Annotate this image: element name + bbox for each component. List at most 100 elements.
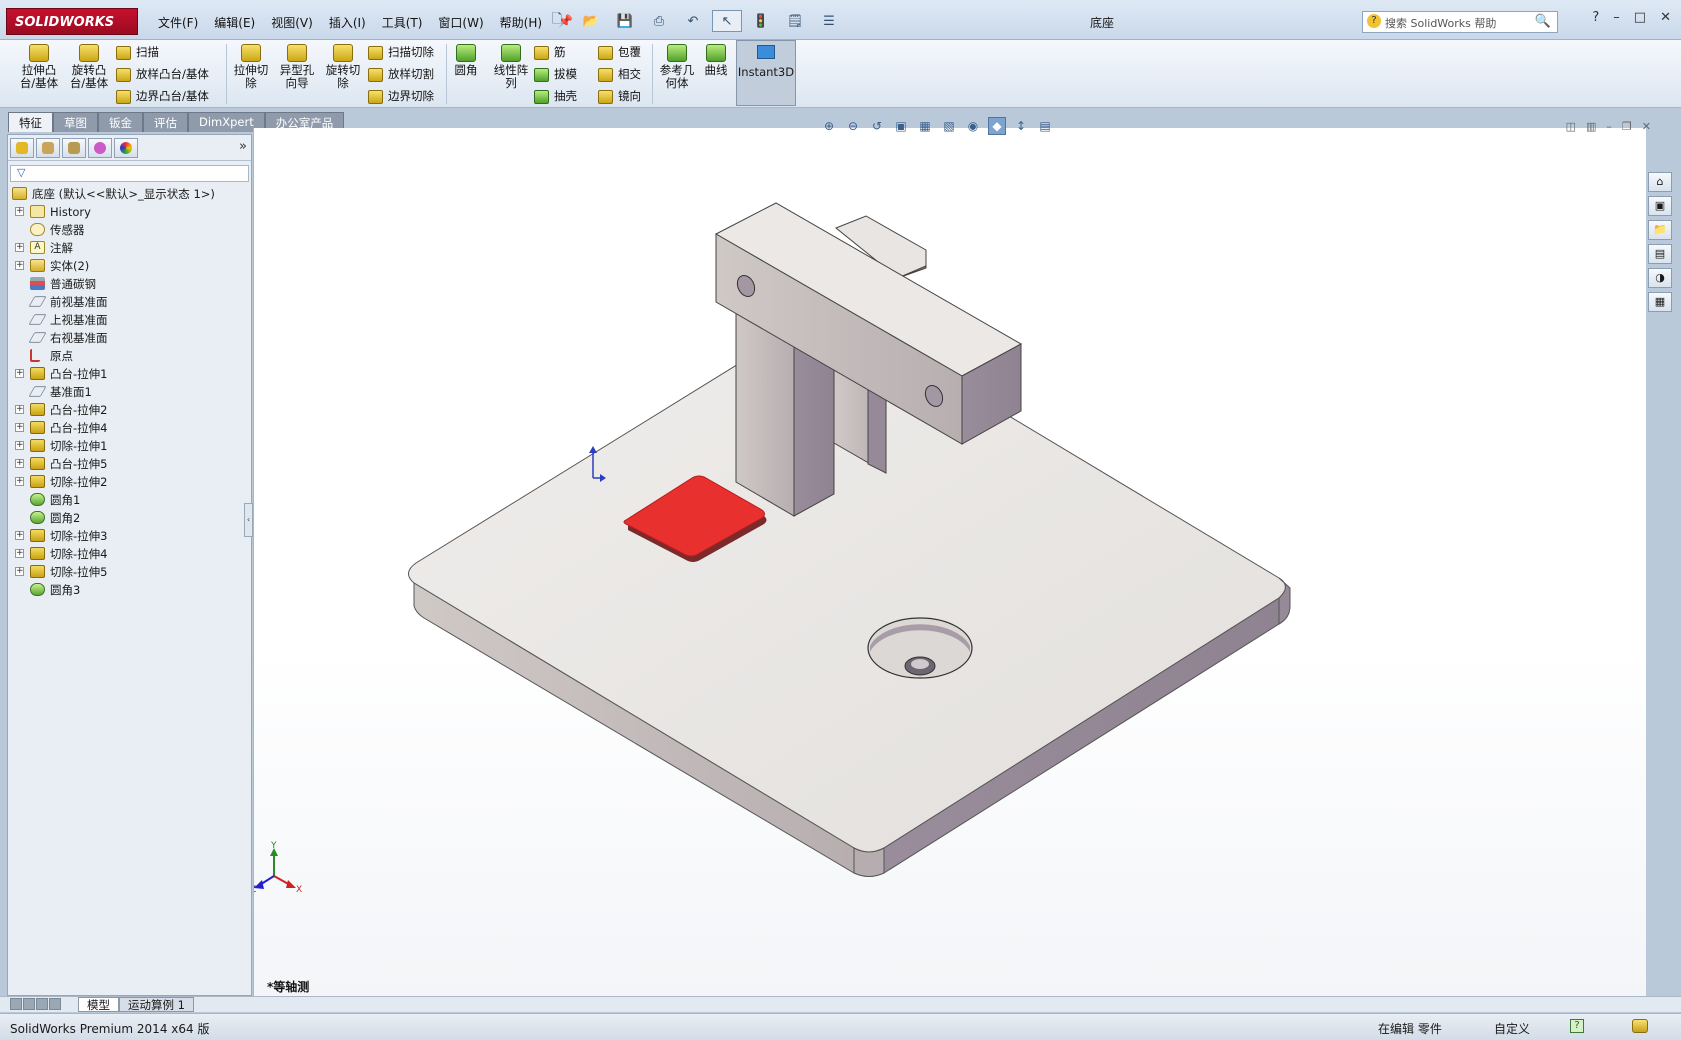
- options-icon[interactable]: ☰: [814, 10, 844, 32]
- display-manager-icon[interactable]: [114, 138, 138, 158]
- tree-item[interactable]: + 凸台-拉伸4: [10, 419, 249, 437]
- model-view[interactable]: Y X Z: [254, 128, 1647, 996]
- section-view-icon[interactable]: ▣: [892, 117, 910, 135]
- expand-toggle-icon[interactable]: +: [15, 423, 24, 432]
- expand-panel-icon[interactable]: »: [239, 139, 247, 154]
- undo-icon[interactable]: ↶: [678, 10, 708, 32]
- intersect-button[interactable]: 相交: [598, 66, 641, 82]
- feature-tree-icon[interactable]: [10, 138, 34, 158]
- loft-boss-button[interactable]: 放样凸台/基体: [116, 66, 209, 82]
- property-manager-icon[interactable]: [36, 138, 60, 158]
- tree-item[interactable]: + 切除-拉伸5: [10, 563, 249, 581]
- viewport-minimize-icon[interactable]: –: [1606, 120, 1612, 133]
- print-icon[interactable]: ⎙: [644, 10, 674, 32]
- expand-toggle-icon[interactable]: +: [15, 459, 24, 468]
- expand-toggle-icon[interactable]: +: [15, 549, 24, 558]
- viewport-restore-icon[interactable]: ❐: [1622, 120, 1632, 133]
- file-properties-icon[interactable]: 🗒: [780, 10, 810, 32]
- tree-filter-input[interactable]: ▽: [10, 165, 249, 182]
- new-document-icon[interactable]: 🗋: [542, 10, 572, 32]
- tree-item[interactable]: 圆角1: [10, 491, 249, 509]
- scroll-last-icon[interactable]: [49, 998, 61, 1010]
- loft-cut-button[interactable]: 放样切割: [368, 66, 434, 82]
- save-icon[interactable]: 💾: [610, 10, 640, 32]
- file-explorer-icon[interactable]: 📁: [1648, 220, 1672, 240]
- expand-toggle-icon[interactable]: +: [15, 207, 24, 216]
- revolve-boss-button[interactable]: 旋转凸 台/基体: [64, 44, 114, 90]
- tree-item[interactable]: + 切除-拉伸2: [10, 473, 249, 491]
- sweep-cut-button[interactable]: 扫描切除: [368, 44, 434, 60]
- close-icon[interactable]: ✕: [1660, 10, 1671, 25]
- menu-window[interactable]: 窗口(W): [430, 12, 491, 33]
- display-style-icon[interactable]: ▧: [940, 117, 958, 135]
- expand-toggle-icon[interactable]: +: [15, 531, 24, 540]
- tree-item[interactable]: + 切除-拉伸4: [10, 545, 249, 563]
- design-library-icon[interactable]: ▣: [1648, 196, 1672, 216]
- expand-toggle-icon[interactable]: +: [15, 441, 24, 450]
- view-palette-icon[interactable]: ▤: [1648, 244, 1672, 264]
- tree-item[interactable]: 基准面1: [10, 383, 249, 401]
- tree-item[interactable]: + 凸台-拉伸2: [10, 401, 249, 419]
- draft-button[interactable]: 拔模: [534, 66, 577, 82]
- tree-item[interactable]: 普通碳钢: [10, 275, 249, 293]
- zoom-area-icon[interactable]: ⊖: [844, 117, 862, 135]
- menu-file[interactable]: 文件(F): [150, 12, 206, 33]
- menu-view[interactable]: 视图(V): [263, 12, 321, 33]
- edit-appearance-icon[interactable]: ◆: [988, 117, 1006, 135]
- menu-insert[interactable]: 插入(I): [321, 12, 374, 33]
- view-settings-icon[interactable]: ▤: [1036, 117, 1054, 135]
- expand-toggle-icon[interactable]: +: [15, 369, 24, 378]
- rib-button[interactable]: 筋: [534, 44, 566, 60]
- tree-item[interactable]: + 凸台-拉伸5: [10, 455, 249, 473]
- tab-sketch[interactable]: 草图: [53, 112, 98, 132]
- scroll-first-icon[interactable]: [10, 998, 22, 1010]
- extrude-boss-button[interactable]: 拉伸凸 台/基体: [14, 44, 64, 90]
- tree-item[interactable]: + 实体(2): [10, 257, 249, 275]
- tree-item[interactable]: + History: [10, 203, 249, 221]
- instant3d-button[interactable]: Instant3D: [736, 40, 796, 106]
- menu-tools[interactable]: 工具(T): [374, 12, 431, 33]
- tree-item[interactable]: 上视基准面: [10, 311, 249, 329]
- tree-item[interactable]: + 切除-拉伸3: [10, 527, 249, 545]
- zoom-to-fit-icon[interactable]: ⊕: [820, 117, 838, 135]
- open-folder-icon[interactable]: 📂: [576, 10, 606, 32]
- tab-sheet-metal[interactable]: 钣金: [98, 112, 143, 132]
- custom-properties-icon[interactable]: ▦: [1648, 292, 1672, 312]
- status-help-icon[interactable]: ?: [1570, 1019, 1584, 1033]
- tree-item[interactable]: 圆角3: [10, 581, 249, 599]
- status-units-selector[interactable]: 自定义: [1494, 1020, 1530, 1037]
- fillet-button[interactable]: 圆角: [444, 44, 488, 77]
- tab-motion-study[interactable]: 运动算例 1: [119, 997, 194, 1012]
- tree-item[interactable]: 原点: [10, 347, 249, 365]
- tab-model[interactable]: 模型: [78, 997, 119, 1012]
- dimxpert-manager-icon[interactable]: [88, 138, 112, 158]
- tree-item[interactable]: 右视基准面: [10, 329, 249, 347]
- viewport-close-icon[interactable]: ✕: [1642, 120, 1651, 133]
- search-icon[interactable]: 🔍: [1535, 14, 1551, 29]
- tree-item[interactable]: + 切除-拉伸1: [10, 437, 249, 455]
- help-menu-icon[interactable]: ?: [1592, 10, 1599, 25]
- tab-features[interactable]: 特征: [8, 112, 53, 132]
- view-orientation-icon[interactable]: ▦: [916, 117, 934, 135]
- boundary-boss-button[interactable]: 边界凸台/基体: [116, 88, 209, 104]
- expand-toggle-icon[interactable]: +: [15, 405, 24, 414]
- restore-icon[interactable]: □: [1634, 10, 1646, 25]
- rebuild-icon[interactable]: 🚦: [746, 10, 776, 32]
- tree-item[interactable]: 圆角2: [10, 509, 249, 527]
- tags-icon[interactable]: [1632, 1019, 1648, 1033]
- appearances-icon[interactable]: ◑: [1648, 268, 1672, 288]
- tile-view-icon[interactable]: ▥: [1586, 120, 1596, 133]
- expand-toggle-icon[interactable]: +: [15, 567, 24, 576]
- sweep-button[interactable]: 扫描: [116, 44, 159, 60]
- help-search-input[interactable]: ? 搜索 SolidWorks 帮助 🔍: [1362, 11, 1558, 33]
- split-view-icon[interactable]: ◫: [1566, 120, 1576, 133]
- linear-pattern-button[interactable]: 线性阵 列: [486, 44, 536, 90]
- minimize-icon[interactable]: –: [1613, 10, 1620, 25]
- tree-item[interactable]: + 凸台-拉伸1: [10, 365, 249, 383]
- extrude-cut-button[interactable]: 拉伸切 除: [226, 44, 276, 90]
- tree-item[interactable]: 传感器: [10, 221, 249, 239]
- tree-item[interactable]: + A 注解: [10, 239, 249, 257]
- panel-collapse-handle[interactable]: ‹: [244, 503, 253, 537]
- revolve-cut-button[interactable]: 旋转切 除: [318, 44, 368, 90]
- tree-root-part[interactable]: 底座 (默认<<默认>_显示状态 1>): [10, 185, 249, 203]
